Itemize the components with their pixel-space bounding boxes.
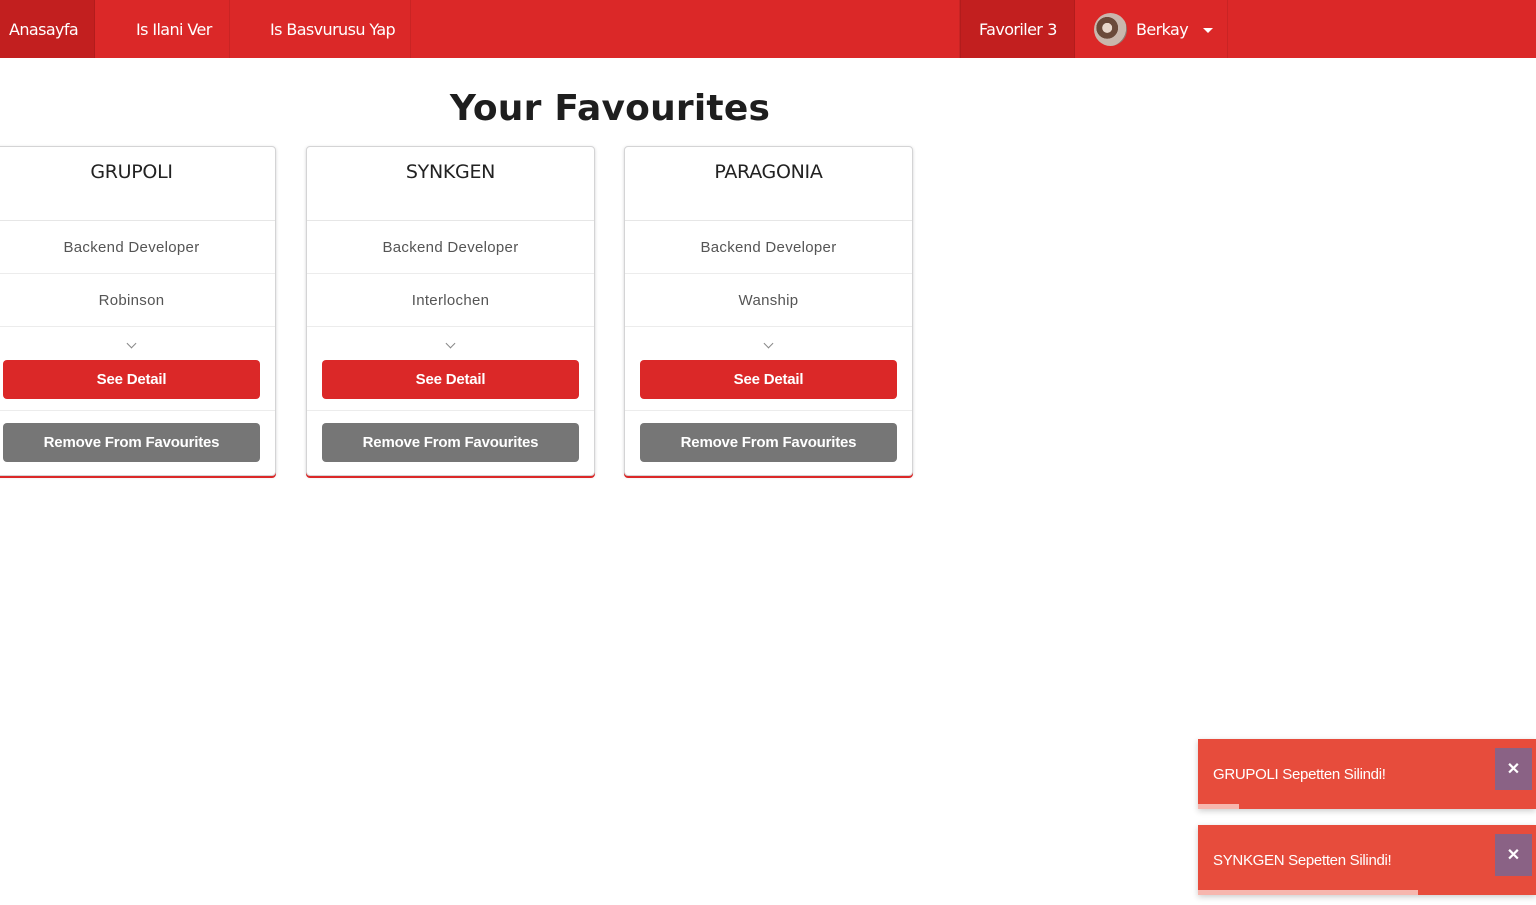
divider	[625, 410, 912, 411]
chevron-down-icon	[445, 338, 456, 349]
favourite-card: GRUPOLI Backend Developer Robinson See D…	[0, 146, 276, 476]
remove-favourite-button[interactable]: Remove From Favourites	[322, 423, 579, 462]
nav-spacer	[411, 0, 960, 58]
company-name: PARAGONIA	[625, 147, 912, 221]
nav-apply-job-label: Is Basvurusu Yap	[270, 19, 396, 39]
close-icon[interactable]: ✕	[1495, 748, 1532, 790]
nav-home-label: Anasayfa	[9, 19, 79, 39]
nav-filler	[1228, 0, 1536, 58]
caret-down-icon	[1203, 27, 1214, 33]
expand-toggle[interactable]	[307, 327, 594, 350]
see-detail-button[interactable]: See Detail	[3, 360, 260, 399]
favourite-card: PARAGONIA Backend Developer Wanship See …	[624, 146, 913, 476]
nav-favorites[interactable]: Favoriler 3	[960, 0, 1075, 58]
toast-progress	[1198, 890, 1418, 895]
nav-favorites-label: Favoriler	[979, 19, 1043, 39]
divider	[0, 410, 275, 411]
see-detail-button[interactable]: See Detail	[322, 360, 579, 399]
nav-home[interactable]: Anasayfa	[0, 0, 95, 58]
toast-message: SYNKGEN Sepetten Silindi!	[1213, 851, 1392, 869]
chevron-down-icon	[763, 338, 774, 349]
page-title: Your Favourites	[449, 88, 771, 129]
toast-progress	[1198, 804, 1239, 809]
divider	[307, 410, 594, 411]
close-icon[interactable]: ✕	[1495, 834, 1532, 876]
job-position: Backend Developer	[625, 221, 912, 274]
toast-notification: SYNKGEN Sepetten Silindi! ✕	[1198, 825, 1536, 895]
expand-toggle[interactable]	[625, 327, 912, 350]
company-name: SYNKGEN	[307, 147, 594, 221]
avatar	[1094, 12, 1127, 46]
expand-toggle[interactable]	[0, 327, 275, 350]
toast-notification: GRUPOLI Sepetten Silindi! ✕	[1198, 739, 1536, 809]
job-city: Robinson	[0, 274, 275, 327]
nav-post-job-label: Is Ilani Ver	[136, 19, 212, 39]
user-name: Berkay	[1136, 19, 1189, 39]
chevron-down-icon	[126, 338, 137, 349]
company-name: GRUPOLI	[0, 147, 275, 221]
favourite-card: SYNKGEN Backend Developer Interlochen Se…	[306, 146, 595, 476]
top-menu: Anasayfa Is Ilani Ver Is Basvurusu Yap F…	[0, 0, 1536, 58]
job-city: Interlochen	[307, 274, 594, 327]
remove-favourite-button[interactable]: Remove From Favourites	[640, 423, 897, 462]
favorites-count: 3	[1047, 19, 1057, 39]
user-dropdown[interactable]: Berkay	[1075, 0, 1228, 58]
nav-post-job[interactable]: Is Ilani Ver	[95, 0, 230, 58]
remove-favourite-button[interactable]: Remove From Favourites	[3, 423, 260, 462]
job-city: Wanship	[625, 274, 912, 327]
nav-apply-job[interactable]: Is Basvurusu Yap	[230, 0, 411, 58]
job-position: Backend Developer	[0, 221, 275, 274]
toast-message: GRUPOLI Sepetten Silindi!	[1213, 765, 1386, 783]
job-position: Backend Developer	[307, 221, 594, 274]
see-detail-button[interactable]: See Detail	[640, 360, 897, 399]
